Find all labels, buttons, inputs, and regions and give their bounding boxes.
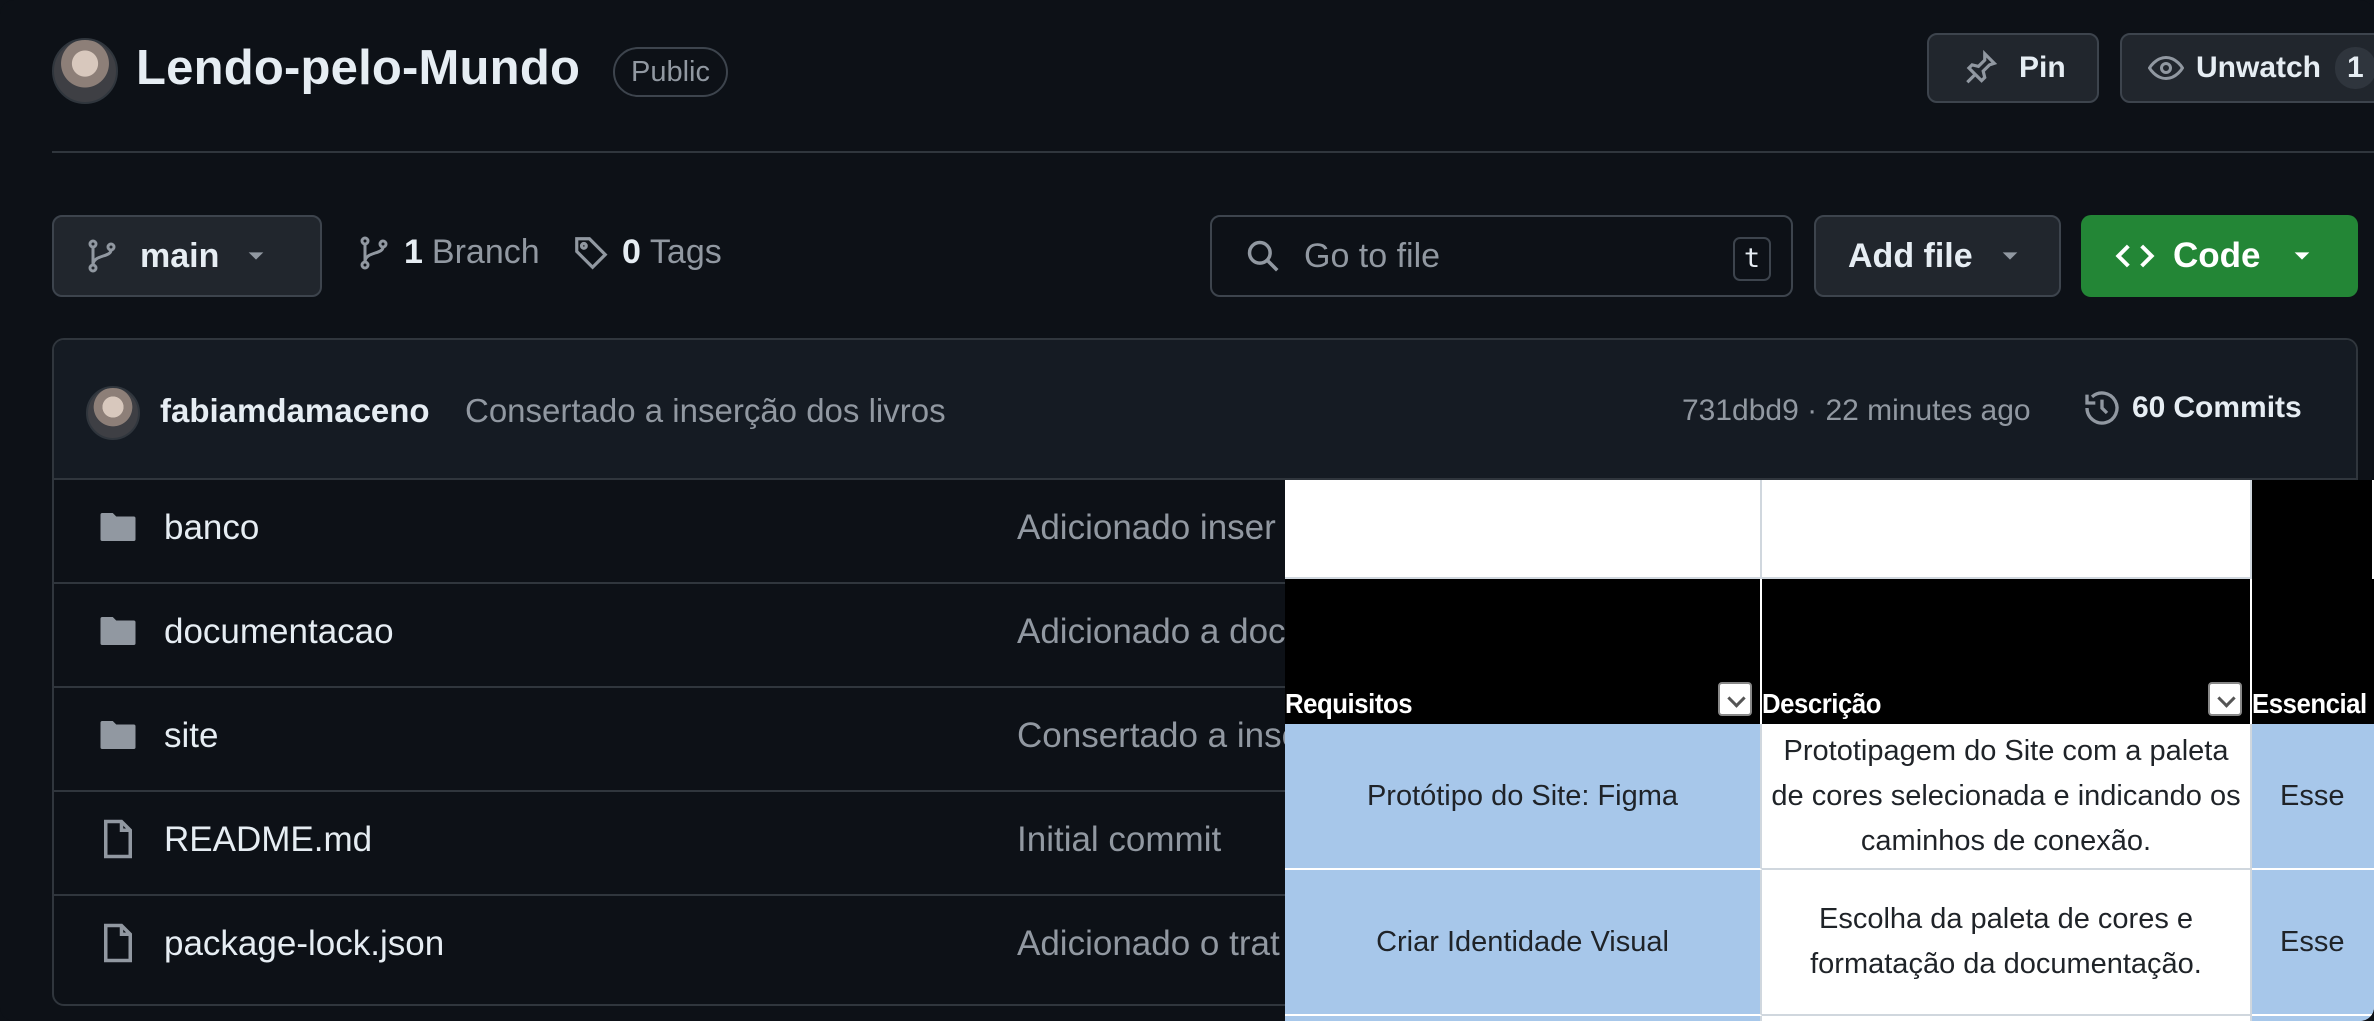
branch-name: main: [140, 236, 220, 275]
unwatch-button[interactable]: Unwatch 1: [2120, 33, 2374, 103]
tag-label: Tags: [649, 233, 722, 271]
branch-count: 1: [404, 233, 423, 271]
chevron-down-icon: [245, 245, 267, 267]
git-branch-icon: [356, 235, 392, 271]
tag-icon: [572, 234, 610, 272]
latest-commit-bar: fabiamdamaceno Consertado a inserção dos…: [54, 340, 2356, 480]
file-commit-message[interactable]: Adicionado inser: [1017, 508, 1276, 548]
branch-select-button[interactable]: main: [52, 215, 322, 297]
eye-icon: [2148, 50, 2184, 86]
code-icon: [2115, 236, 2155, 276]
tags-link[interactable]: 0 Tags: [572, 233, 722, 272]
file-commit-message[interactable]: Initial commit: [1017, 820, 1221, 860]
empty-cell: [1285, 480, 1762, 579]
pin-button[interactable]: Pin: [1927, 33, 2099, 103]
code-label: Code: [2173, 236, 2261, 275]
cell-essencial: [2252, 1016, 2374, 1021]
commits-count: 60: [2132, 391, 2166, 424]
requirements-spreadsheet-overlay: Requisitos Descrição Essencial Protótipo…: [1285, 480, 2374, 1021]
git-branch-icon: [84, 238, 120, 274]
empty-cell: [1762, 480, 2252, 579]
cell-descricao: [1762, 1016, 2252, 1021]
cell-descricao: Prototipagem do Site com a paleta de cor…: [1762, 724, 2252, 870]
file-name[interactable]: package-lock.json: [164, 924, 444, 964]
go-to-file-search[interactable]: Go to file t: [1210, 215, 1793, 297]
commit-history-link[interactable]: 60 Commits: [2082, 388, 2302, 428]
tag-count: 0: [622, 233, 641, 271]
filter-dropdown-icon[interactable]: [2208, 682, 2242, 716]
file-name[interactable]: site: [164, 716, 218, 756]
add-file-label: Add file: [1848, 236, 1973, 275]
header-divider: [52, 151, 2374, 153]
cell-requisito: Protótipo do Site: Figma: [1285, 724, 1762, 870]
repo-name[interactable]: Lendo-pelo-Mundo: [136, 40, 580, 96]
search-icon: [1244, 237, 1282, 275]
cell-essencial: Esse: [2252, 870, 2374, 1016]
file-name[interactable]: documentacao: [164, 612, 394, 652]
search-shortcut-key: t: [1733, 237, 1771, 281]
descricao-line: de cores selecionada e indicando os: [1771, 779, 2241, 812]
descricao-line: caminhos de conexão.: [1860, 824, 2152, 857]
file-name[interactable]: README.md: [164, 820, 372, 860]
visibility-badge: Public: [613, 47, 728, 97]
cell-requisito: Criar Identidade Visual: [1285, 870, 1762, 1016]
branches-link[interactable]: 1 Branch: [356, 233, 540, 272]
unwatch-label: Unwatch: [2196, 51, 2322, 84]
add-file-button[interactable]: Add file: [1814, 215, 2061, 297]
folder-icon: [97, 714, 139, 761]
github-repo-page: Lendo-pelo-Mundo Public Pin Unwatch 1 ma…: [0, 0, 2374, 1021]
search-placeholder: Go to file: [1304, 236, 1441, 275]
pin-icon: [1961, 49, 1999, 87]
owner-avatar[interactable]: [52, 38, 118, 104]
history-icon: [2082, 388, 2122, 428]
descricao-line: Escolha da paleta de cores e: [1818, 903, 2194, 935]
code-button[interactable]: Code: [2081, 215, 2358, 297]
descricao-line: Prototipagem do Site com a paleta: [1783, 734, 2229, 767]
watch-count: 1: [2335, 47, 2374, 89]
empty-header-cell: [2252, 480, 2374, 579]
author-avatar[interactable]: [86, 386, 140, 440]
commit-author[interactable]: fabiamdamaceno: [160, 392, 430, 430]
file-name[interactable]: banco: [164, 508, 259, 548]
folder-icon: [97, 610, 139, 657]
file-commit-message[interactable]: Adicionado a doc: [1017, 612, 1286, 652]
commit-message[interactable]: Consertado a inserção dos livros: [465, 392, 946, 430]
file-commit-message[interactable]: Adicionado o trat: [1017, 924, 1280, 964]
cell-requisito: [1285, 1016, 1762, 1021]
column-header-essencial: Essencial: [2252, 579, 2374, 724]
chevron-down-icon: [2291, 245, 2313, 267]
chevron-down-icon: [1999, 245, 2021, 267]
descricao-line: formatação da documentação.: [1810, 948, 2202, 980]
cell-descricao: Escolha da paleta de cores e formatação …: [1762, 870, 2252, 1016]
filter-dropdown-icon[interactable]: [1718, 682, 1752, 716]
pin-label: Pin: [2019, 51, 2066, 84]
file-icon: [97, 922, 139, 969]
commit-hash-time[interactable]: 731dbd9 · 22 minutes ago: [1682, 394, 2031, 428]
column-header-descricao: Descrição: [1762, 579, 2252, 724]
branch-label: Branch: [431, 233, 540, 271]
file-commit-message[interactable]: Consertado a inse: [1017, 716, 1301, 756]
file-icon: [97, 818, 139, 865]
cell-essencial: Esse: [2252, 724, 2374, 870]
folder-icon: [97, 506, 139, 553]
commits-label: Commits: [2173, 391, 2302, 424]
column-header-requisitos: Requisitos: [1285, 579, 1762, 724]
